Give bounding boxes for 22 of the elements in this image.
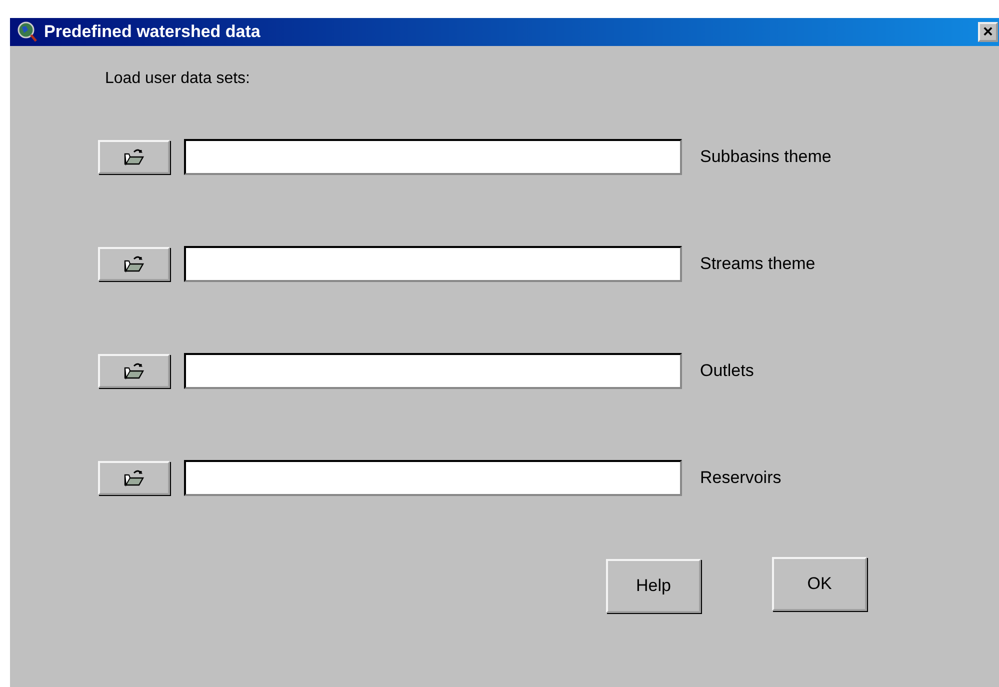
globe-magnifier-icon xyxy=(16,21,38,43)
prompt-label: Load user data sets: xyxy=(105,70,251,88)
folder-icon xyxy=(123,362,145,380)
dataset-label: Streams theme xyxy=(700,254,816,274)
file-path-field[interactable] xyxy=(184,139,682,175)
ok-button[interactable]: OK xyxy=(772,557,867,611)
folder-icon xyxy=(123,469,145,487)
open-folder-button[interactable] xyxy=(98,140,170,174)
file-path-field[interactable] xyxy=(184,246,682,282)
open-folder-button[interactable] xyxy=(98,247,170,281)
dataset-label: Reservoirs xyxy=(700,468,782,488)
file-path-field[interactable] xyxy=(184,460,682,496)
window-title: Predefined watershed data xyxy=(44,22,262,42)
file-path-field[interactable] xyxy=(184,353,682,389)
close-button[interactable]: × xyxy=(978,22,998,42)
open-folder-button[interactable] xyxy=(98,354,170,388)
dataset-label: Outlets xyxy=(700,361,754,381)
folder-icon xyxy=(123,148,145,166)
folder-icon xyxy=(123,255,145,273)
open-folder-button[interactable] xyxy=(98,461,170,495)
dataset-label: Subbasins theme xyxy=(700,147,832,167)
help-button[interactable]: Help xyxy=(606,559,701,613)
